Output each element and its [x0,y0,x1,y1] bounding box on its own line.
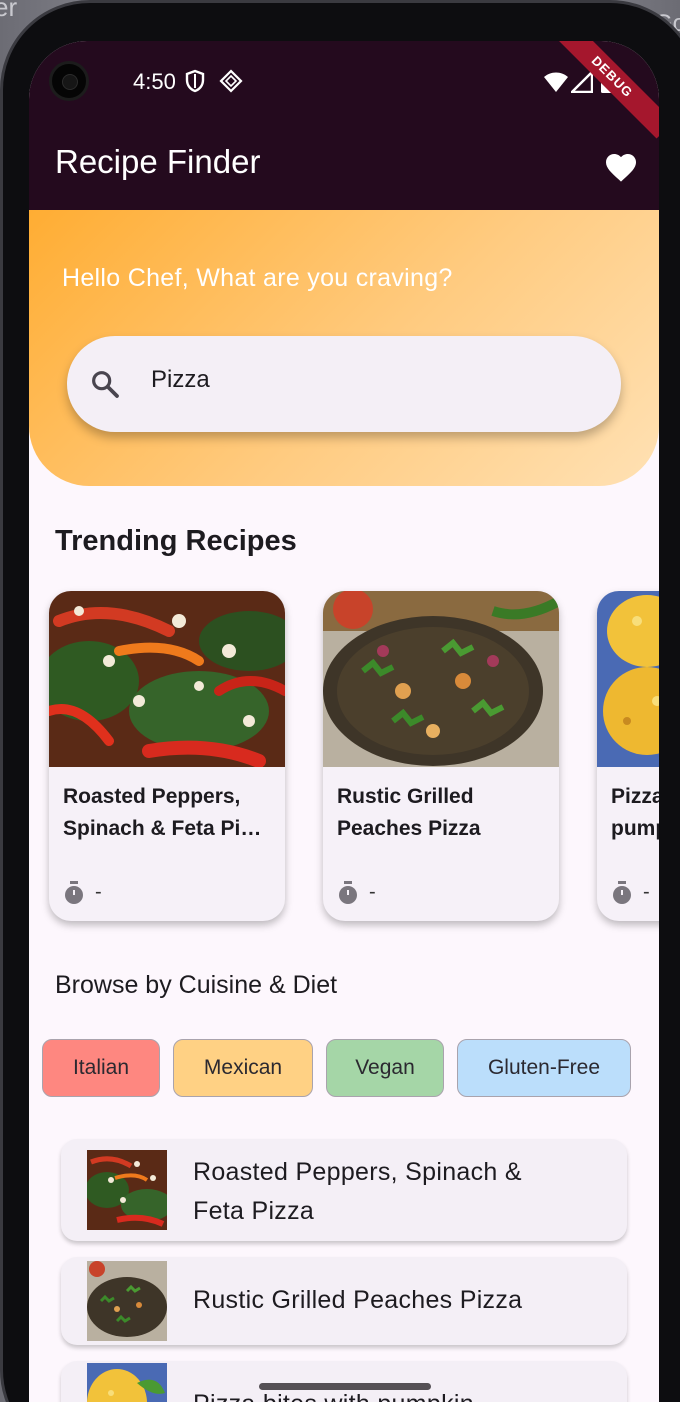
search-icon [92,371,119,398]
heart-icon[interactable] [603,149,639,183]
chip-gluten-free[interactable]: Gluten-Free [457,1039,631,1097]
list-item[interactable]: Roasted Peppers, Spinach & Feta Pizza [61,1139,627,1241]
recipe-card-title-line: pump [611,817,659,840]
recipe-card-title-line: Rustic Grilled [337,785,474,808]
recipe-card[interactable]: Rustic Grilled Peaches Pizza - [323,591,559,921]
front-camera [49,61,89,101]
list-item-title: Rustic Grilled Peaches Pizza [193,1281,593,1320]
hero-banner: Hello Chef, What are you craving? [29,210,659,486]
recipe-card-title: Rustic Grilled Peaches Pizza [337,781,545,845]
list-item-title: Roasted Peppers, Spinach & Feta Pizza [193,1153,593,1231]
status-time: 4:50 [133,69,176,94]
recipe-card-time: - [95,881,102,903]
desktop-text-fragment: er [0,0,18,22]
recipe-image [323,591,559,767]
recipe-card-title-line: Spinach & Feta Pi… [63,817,262,840]
recipe-card-time: - [643,881,650,903]
search-input[interactable] [151,366,571,394]
list-item[interactable]: Rustic Grilled Peaches Pizza [61,1257,627,1345]
home-indicator[interactable] [259,1383,431,1390]
list-item-title-line: Feta Pizza [193,1197,315,1225]
recipe-thumbnail [87,1150,167,1230]
recipe-image [49,591,285,767]
chip-italian[interactable]: Italian [42,1039,160,1097]
recipe-card-title-line: Pizza [611,785,659,808]
list-item-title-line: Roasted Peppers, Spinach & [193,1158,522,1186]
search-bar[interactable] [67,336,621,432]
recipe-card-title: Roasted Peppers, Spinach & Feta Pi… [63,781,271,845]
chip-mexican[interactable]: Mexican [173,1039,313,1097]
list-item-title-line: Pizza bites with pumpkin [193,1390,474,1402]
shield-icon [185,69,205,93]
recipe-card[interactable]: Roasted Peppers, Spinach & Feta Pi… - [49,591,285,921]
timer-icon [613,881,631,904]
recipe-card-title: Pizza pump [611,781,659,845]
timer-icon [65,881,83,904]
diamond-icon [219,69,243,93]
desktop-background: er Go 4:50 [0,0,680,1402]
greeting-text: Hello Chef, What are you craving? [62,264,453,292]
recipe-image [597,591,659,767]
app-bar: 4:50 DEBUG Recipe Finder [29,41,659,210]
recipe-card-title-line: Peaches Pizza [337,817,481,840]
recipe-card[interactable]: Pizza pump - [597,591,659,921]
recipe-thumbnail [87,1363,167,1402]
recipe-thumbnail [87,1261,167,1341]
timer-icon [339,881,357,904]
browse-title: Browse by Cuisine & Diet [55,971,338,999]
phone-frame: 4:50 DEBUG Recipe Finder Hello Chef, Wha… [0,0,680,1402]
list-item[interactable]: Pizza bites with pumpkin [61,1361,627,1402]
recipe-card-title-line: Roasted Peppers, [63,785,241,808]
list-item-title-line: Rustic Grilled Peaches Pizza [193,1286,523,1314]
wifi-icon [544,72,568,92]
signal-icon [571,71,593,93]
trending-title: Trending Recipes [55,525,297,557]
recipe-card-time: - [369,881,376,903]
phone-screen: 4:50 DEBUG Recipe Finder Hello Chef, Wha… [29,41,659,1402]
chip-vegan[interactable]: Vegan [326,1039,444,1097]
page-title: Recipe Finder [55,143,261,180]
